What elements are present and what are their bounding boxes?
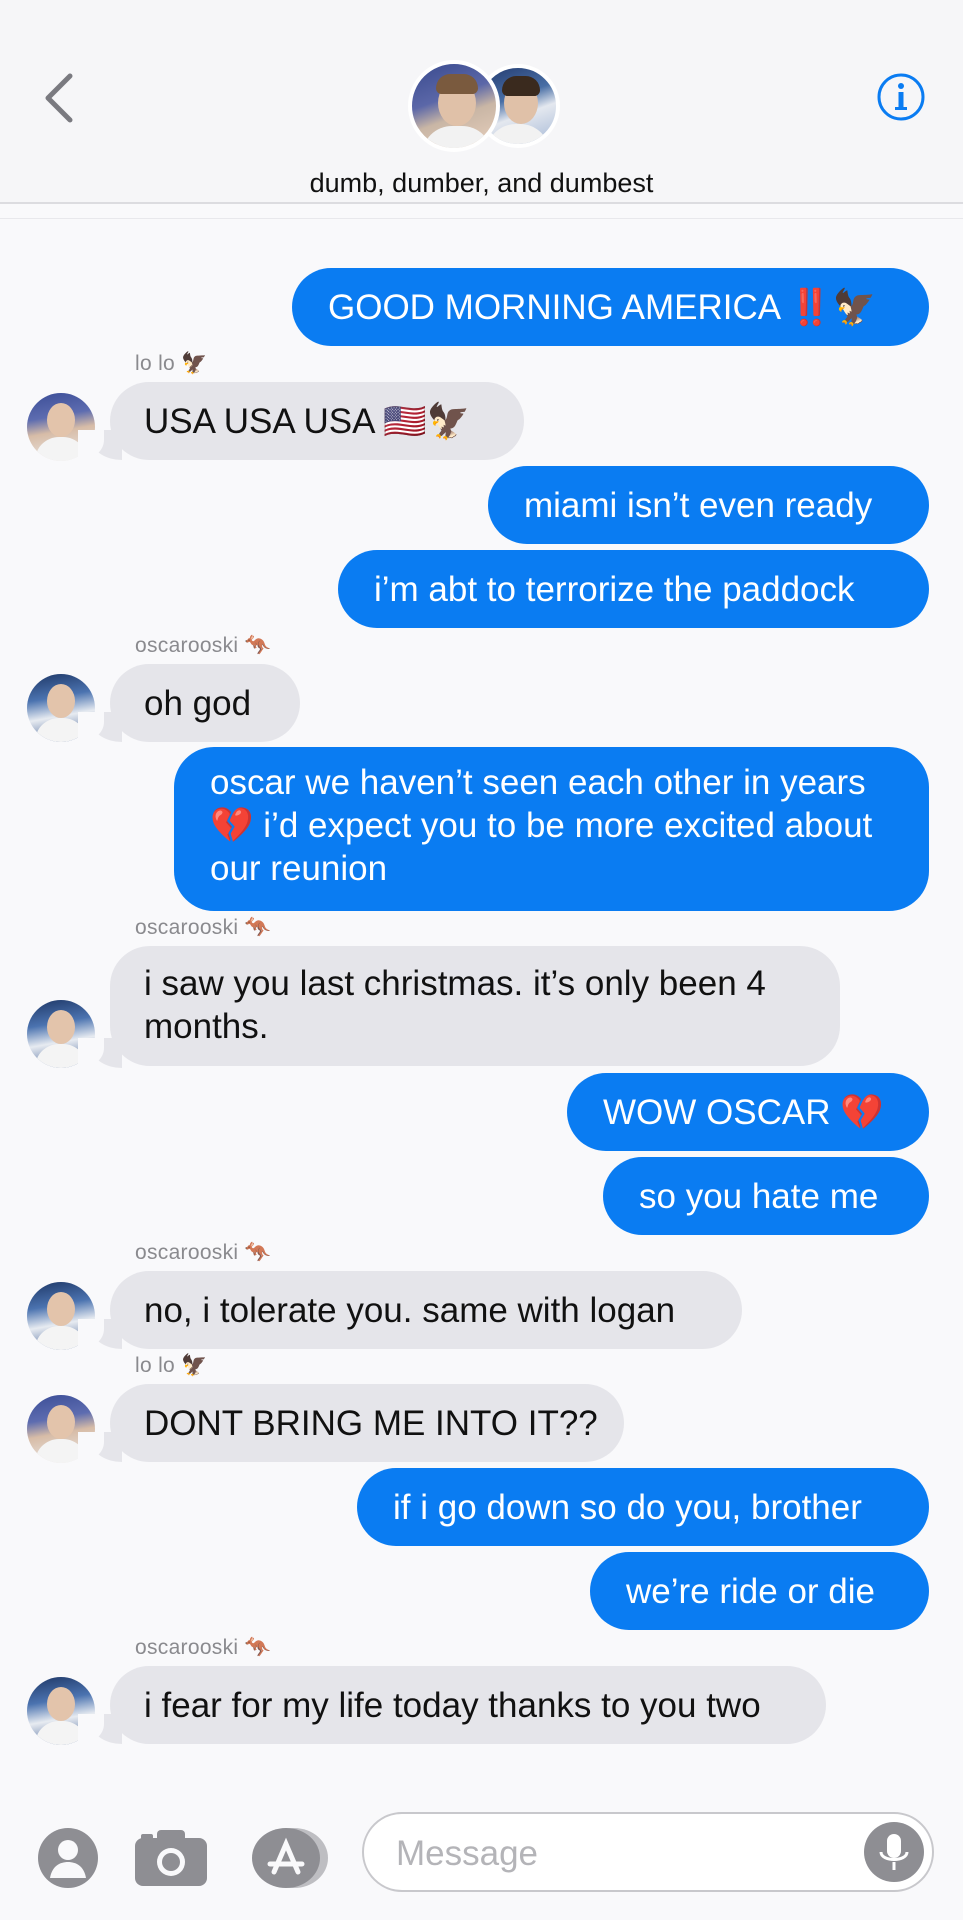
message-bubble-outgoing[interactable]: oscar we haven’t seen each other in year… [174,747,929,911]
message-bubble-outgoing[interactable]: so you hate me [603,1157,929,1235]
group-avatars[interactable] [408,60,560,160]
message-text: oh god [144,683,252,723]
message-bubble-outgoing[interactable]: if i go down so do you, brother [357,1468,929,1546]
back-button[interactable] [40,68,80,128]
app-store-button[interactable] [250,1826,330,1890]
sender-name: oscarooski 🦘 [135,1636,271,1659]
contact-button[interactable] [36,1826,100,1890]
message-text: i saw you last christmas. it’s only been… [144,964,766,1046]
message-text: i fear for my life today thanks to you t… [144,1685,761,1725]
message-text: we’re ride or die [626,1571,875,1611]
message-bubble-incoming[interactable]: i fear for my life today thanks to you t… [110,1666,826,1744]
message-bubble-outgoing[interactable]: WOW OSCAR 💔 [567,1073,929,1151]
sender-name: lo lo 🦅 [135,352,208,375]
sender-name: oscarooski 🦘 [135,916,271,939]
app-store-icon [252,1828,328,1888]
avatar-lolo [408,60,500,152]
sender-name: oscarooski 🦘 [135,634,271,657]
dictation-button[interactable] [864,1822,924,1882]
message-text: miami isn’t even ready [524,485,873,525]
camera-icon [135,1830,207,1886]
message-bubble-incoming[interactable]: oh god [110,664,300,742]
header-divider [0,202,963,204]
person-icon [38,1828,98,1888]
message-bubble-incoming[interactable]: USA USA USA 🇺🇸🦅 [110,382,524,460]
message-bubble-outgoing[interactable]: we’re ride or die [590,1552,929,1630]
message-text: if i go down so do you, brother [393,1487,862,1527]
message-text: so you hate me [639,1176,879,1216]
message-text: i’m abt to terrorize the paddock [374,569,855,609]
message-field[interactable] [362,1812,934,1892]
chevron-left-icon [45,73,73,123]
camera-button[interactable] [133,1826,209,1890]
info-button[interactable] [876,72,926,122]
message-bubble-outgoing[interactable]: miami isn’t even ready [488,466,929,544]
message-bubble-incoming[interactable]: DONT BRING ME INTO IT?? [110,1384,624,1462]
header-divider-secondary [0,218,963,219]
sender-name: lo lo 🦅 [135,1354,208,1377]
message-text: WOW OSCAR 💔 [603,1092,884,1132]
message-bubble-outgoing[interactable]: i’m abt to terrorize the paddock [338,550,929,628]
message-bubble-incoming[interactable]: i saw you last christmas. it’s only been… [110,946,840,1066]
message-bubble-incoming[interactable]: no, i tolerate you. same with logan [110,1271,742,1349]
microphone-icon [879,1834,909,1870]
message-bubble-outgoing[interactable]: GOOD MORNING AMERICA ‼️🦅 [292,268,929,346]
message-text: oscar we haven’t seen each other in year… [210,763,873,888]
message-text: DONT BRING ME INTO IT?? [144,1403,598,1443]
message-text: USA USA USA 🇺🇸🦅 [144,401,471,441]
sender-name: oscarooski 🦘 [135,1241,271,1264]
message-text: GOOD MORNING AMERICA ‼️🦅 [328,287,877,327]
message-text: no, i tolerate you. same with logan [144,1290,676,1330]
info-icon [877,73,925,121]
message-input[interactable] [394,1828,838,1880]
group-name[interactable]: dumb, dumber, and dumbest [0,168,963,199]
